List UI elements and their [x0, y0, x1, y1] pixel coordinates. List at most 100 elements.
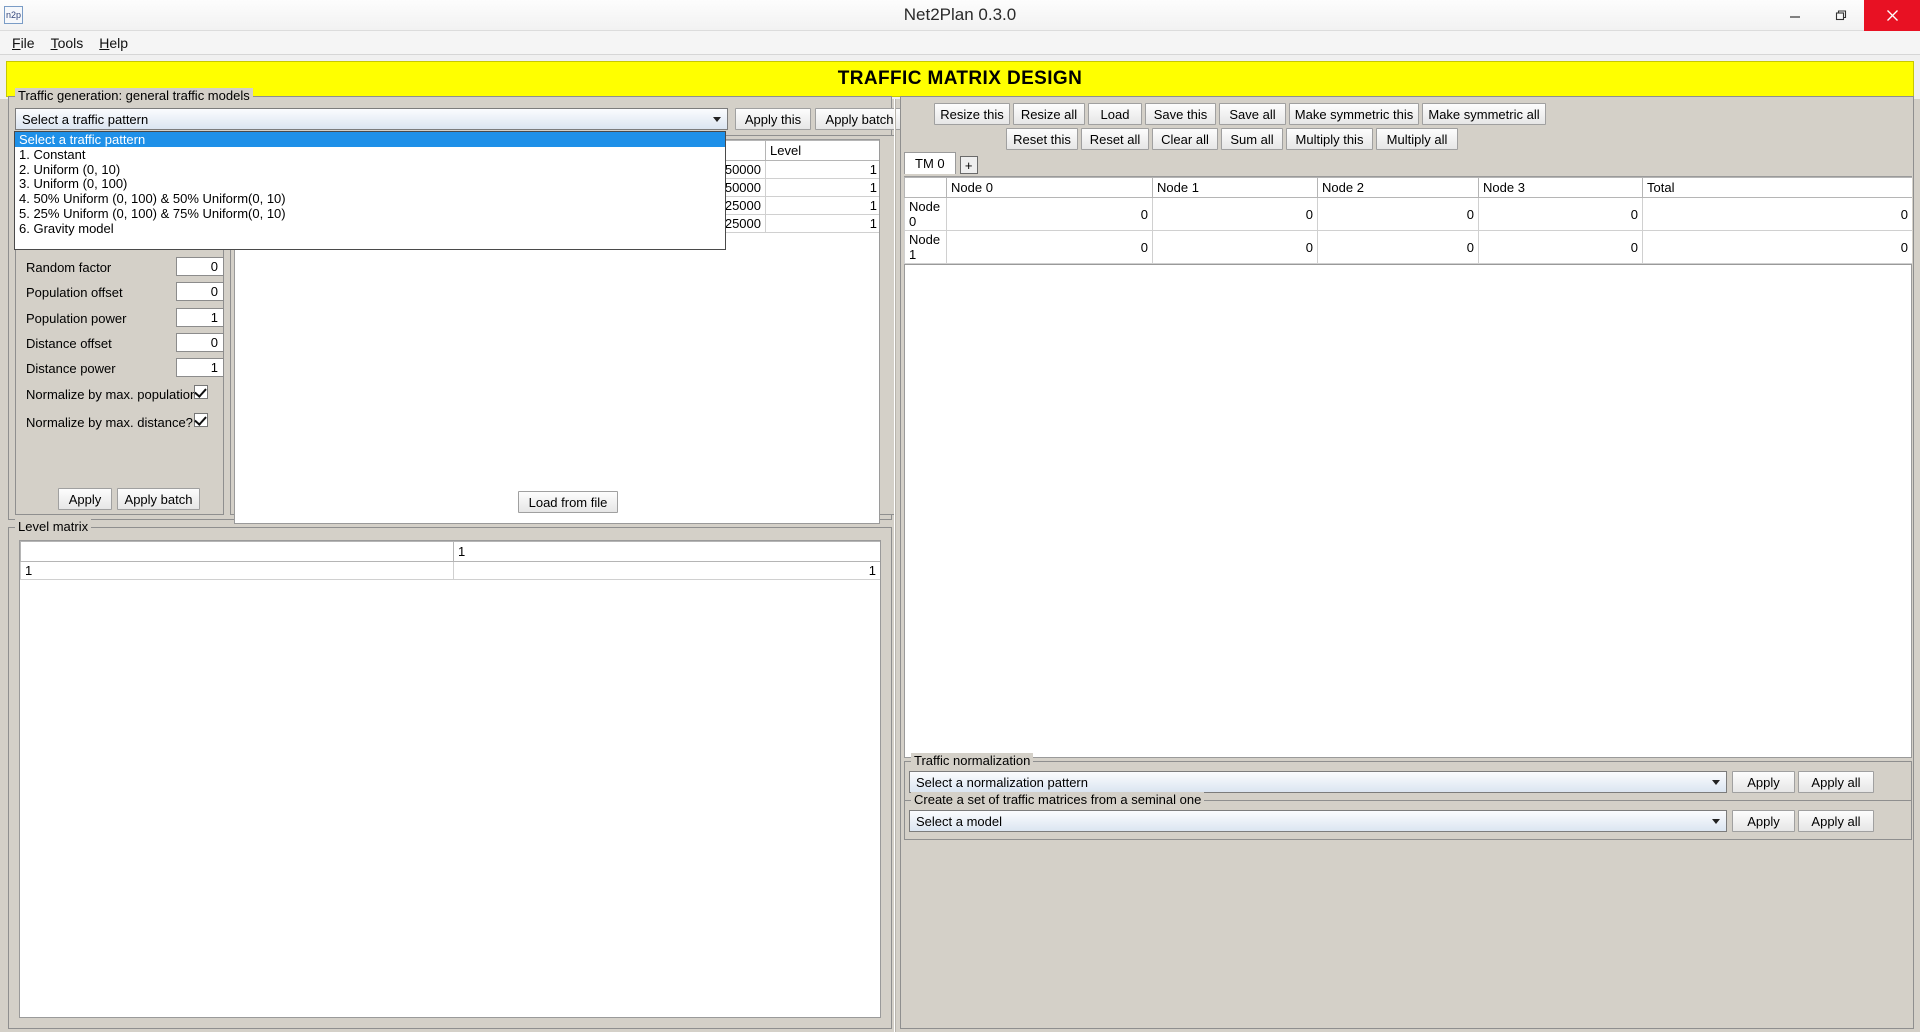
reset-this-button[interactable]: Reset this — [1006, 128, 1078, 150]
seminal-set-panel: Create a set of traffic matrices from a … — [904, 792, 1912, 840]
apply-this-button[interactable]: Apply this — [735, 108, 811, 130]
tm-matrix-col-node-1[interactable]: Node 1 — [1152, 177, 1318, 198]
table-row[interactable]: 1 1 — [20, 561, 880, 580]
seminal-model-combo-value: Select a model — [916, 813, 1002, 829]
save-all-button[interactable]: Save all — [1219, 103, 1286, 125]
tab-tm-0[interactable]: TM 0 — [904, 152, 956, 174]
menu-tools-rest: ools — [57, 34, 84, 51]
population-power-input[interactable]: 1 — [176, 308, 224, 327]
tm-row-header: Node 1 — [904, 230, 947, 264]
normalize-distance-checkbox[interactable] — [194, 413, 208, 427]
level-matrix-row-header: 1 — [20, 561, 454, 580]
traffic-pattern-combo[interactable]: Select a traffic pattern — [15, 108, 728, 130]
gravity-apply-batch-button[interactable]: Apply batch — [117, 488, 200, 510]
window-title: Net2Plan 0.3.0 — [903, 5, 1017, 24]
level-matrix-grid: 1 1 1 — [20, 541, 880, 580]
normalization-apply-button[interactable]: Apply — [1732, 771, 1795, 793]
window-title-bar: n2p Net2Plan 0.3.0 — [0, 0, 1920, 31]
random-factor-input[interactable]: 0 — [176, 257, 224, 276]
gravity-apply-button[interactable]: Apply — [58, 488, 112, 510]
dropdown-option-5[interactable]: 5. 25% Uniform (0, 100) & 75% Uniform(0,… — [15, 206, 725, 221]
population-power-label: Population power — [26, 311, 127, 326]
tm-matrix-col-total[interactable]: Total — [1642, 177, 1912, 198]
level-matrix-col-corner[interactable] — [20, 541, 454, 562]
chevron-down-icon — [708, 111, 725, 127]
traffic-matrix-panel: Resize this Resize all Load Save this Sa… — [900, 96, 1914, 1029]
table-row[interactable]: Node 1 0 0 0 0 0 — [904, 230, 1912, 264]
tm-matrix-col-node-0[interactable]: Node 0 — [946, 177, 1153, 198]
random-factor-label: Random factor — [26, 260, 112, 275]
menu-item-help[interactable]: Help — [91, 33, 136, 53]
tm-cell: 0 — [1478, 197, 1643, 231]
normalization-apply-all-button[interactable]: Apply all — [1798, 771, 1874, 793]
tm-matrix-col-node-2[interactable]: Node 2 — [1317, 177, 1479, 198]
sum-all-button[interactable]: Sum all — [1221, 128, 1283, 150]
add-tab-icon[interactable]: + — [959, 156, 978, 174]
tm-cell-total: 0 — [1642, 230, 1912, 264]
tm-cell-total: 0 — [1642, 197, 1912, 231]
resize-all-button[interactable]: Resize all — [1013, 103, 1085, 125]
split-pane-divider[interactable] — [894, 99, 896, 1032]
tm-cell: 0 — [946, 197, 1153, 231]
node-row-level: 1 — [765, 196, 879, 215]
node-row-level: 1 — [765, 178, 879, 197]
dropdown-option-1[interactable]: 1. Constant — [15, 147, 725, 162]
apply-batch-button[interactable]: Apply batch — [815, 108, 904, 130]
make-symmetric-this-button[interactable]: Make symmetric this — [1289, 103, 1419, 125]
population-offset-input[interactable]: 0 — [176, 282, 224, 301]
tm-cell: 0 — [1478, 230, 1643, 264]
seminal-apply-button[interactable]: Apply — [1732, 810, 1795, 832]
maximize-icon[interactable] — [1818, 0, 1864, 31]
traffic-pattern-dropdown-popup[interactable]: Select a traffic pattern 1. Constant 2. … — [14, 131, 726, 250]
multiply-this-button[interactable]: Multiply this — [1286, 128, 1373, 150]
node-row-level: 1 — [765, 160, 879, 179]
menu-item-file[interactable]: File — [4, 33, 43, 53]
node-table-col-level[interactable]: Level — [765, 140, 879, 161]
normalization-pattern-combo-value: Select a normalization pattern — [916, 774, 1088, 790]
level-matrix-table[interactable]: 1 1 1 — [19, 540, 881, 1018]
normalize-population-label: Normalize by max. population? — [26, 387, 205, 402]
reset-all-button[interactable]: Reset all — [1081, 128, 1149, 150]
level-matrix-col-1[interactable]: 1 — [453, 541, 880, 562]
level-matrix-body: 1 1 — [20, 561, 880, 580]
normalize-population-checkbox[interactable] — [194, 385, 208, 399]
tm-matrix-body: Node 0 0 0 0 0 0 Node 1 0 0 0 0 0 — [904, 197, 1912, 264]
dropdown-option-3[interactable]: 3. Uniform (0, 100) — [15, 176, 725, 191]
normalization-pattern-combo[interactable]: Select a normalization pattern — [909, 771, 1727, 793]
dropdown-option-6[interactable]: 6. Gravity model — [15, 221, 725, 236]
window-controls — [1772, 0, 1920, 31]
minimize-icon[interactable] — [1772, 0, 1818, 31]
close-icon[interactable] — [1864, 0, 1920, 31]
clear-all-button[interactable]: Clear all — [1152, 128, 1218, 150]
dropdown-option-4[interactable]: 4. 50% Uniform (0, 100) & 50% Uniform(0,… — [15, 191, 725, 206]
make-symmetric-all-button[interactable]: Make symmetric all — [1422, 103, 1546, 125]
load-button[interactable]: Load — [1088, 103, 1142, 125]
distance-power-label: Distance power — [26, 361, 116, 376]
save-this-button[interactable]: Save this — [1145, 103, 1216, 125]
distance-offset-label: Distance offset — [26, 336, 112, 351]
tm-matrix-col-node-3[interactable]: Node 3 — [1478, 177, 1643, 198]
tm-matrix-col-corner[interactable] — [904, 177, 947, 198]
distance-power-input[interactable]: 1 — [176, 358, 224, 377]
resize-this-button[interactable]: Resize this — [934, 103, 1010, 125]
seminal-apply-all-button[interactable]: Apply all — [1798, 810, 1874, 832]
table-row[interactable]: Node 0 0 0 0 0 0 — [904, 197, 1912, 231]
node-row-level: 1 — [765, 214, 879, 233]
population-offset-label: Population offset — [26, 285, 123, 300]
distance-offset-input[interactable]: 0 — [176, 333, 224, 352]
tm-cell: 0 — [946, 230, 1153, 264]
main-content: Traffic generation: general traffic mode… — [0, 88, 1920, 1032]
menu-item-tools[interactable]: Tools — [43, 33, 92, 53]
dropdown-option-2[interactable]: 2. Uniform (0, 10) — [15, 162, 725, 177]
dropdown-option-0[interactable]: Select a traffic pattern — [15, 132, 725, 147]
multiply-all-button[interactable]: Multiply all — [1376, 128, 1458, 150]
menu-bar: File Tools Help — [0, 31, 1920, 55]
seminal-model-combo[interactable]: Select a model — [909, 810, 1727, 832]
normalize-distance-label: Normalize by max. distance? — [26, 415, 193, 430]
traffic-normalization-legend: Traffic normalization — [911, 753, 1034, 768]
seminal-set-legend: Create a set of traffic matrices from a … — [911, 792, 1205, 807]
load-from-file-button[interactable]: Load from file — [518, 491, 618, 513]
traffic-pattern-combo-value: Select a traffic pattern — [22, 111, 149, 127]
tm-matrix-table[interactable]: Node 0 Node 1 Node 2 Node 3 Total Node 0… — [904, 176, 1912, 264]
tm-cell: 0 — [1152, 197, 1318, 231]
